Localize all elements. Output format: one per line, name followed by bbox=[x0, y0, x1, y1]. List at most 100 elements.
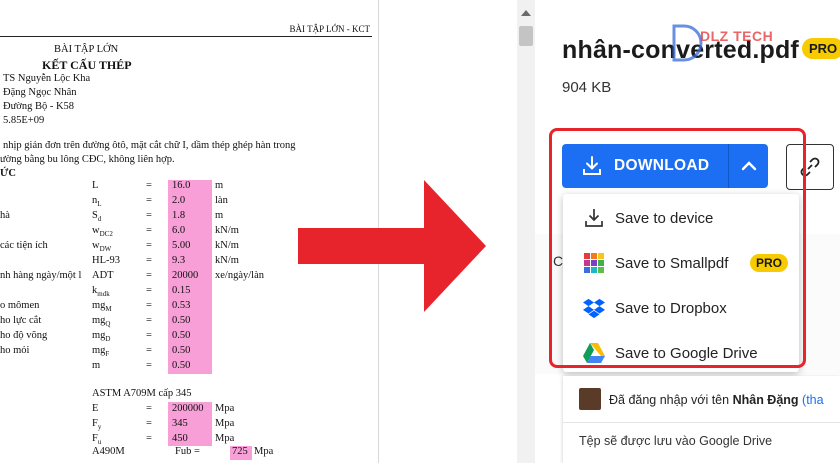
file-size: 904 KB bbox=[562, 79, 612, 96]
doc-row-value: 0.50 bbox=[172, 330, 191, 341]
doc-row-unit: Mpa bbox=[215, 403, 235, 414]
pro-badge: PRO bbox=[750, 254, 789, 272]
doc-row-symbol: HL-93 bbox=[92, 255, 120, 266]
doc-row-equals: = bbox=[146, 418, 152, 429]
menu-item-label: Save to Google Drive bbox=[615, 344, 758, 362]
doc-desc: nhịp giản đơn trên đường ôtô, mặt cắt ch… bbox=[3, 140, 296, 151]
doc-row-unit: kN/m bbox=[215, 225, 239, 236]
menu-item-label: Save to Smallpdf bbox=[615, 254, 729, 272]
doc-row-equals: = bbox=[146, 360, 152, 371]
doc-row-value: 450 bbox=[172, 433, 188, 444]
doc-row-value: 0.50 bbox=[172, 345, 191, 356]
doc-line: 5.85E+09 bbox=[3, 115, 45, 126]
doc-row-label: ho mỏi bbox=[0, 345, 30, 356]
doc-bolt-sym: Fub = bbox=[175, 446, 200, 457]
doc-row-value: 2.0 bbox=[172, 195, 186, 206]
doc-row-value: 0.50 bbox=[172, 315, 191, 326]
doc-header: BÀI TẬP LỚN - KCT bbox=[289, 24, 371, 34]
doc-row-label: các tiện ích bbox=[0, 240, 48, 251]
doc-row-symbol: mgD bbox=[92, 330, 111, 344]
doc-row-unit: xe/ngày/làn bbox=[215, 270, 264, 281]
background-label: C bbox=[553, 253, 564, 269]
doc-row-equals: = bbox=[146, 433, 152, 444]
doc-row-unit: m bbox=[215, 210, 224, 221]
doc-line: Đặng Ngọc Nhân bbox=[3, 87, 77, 98]
doc-header-rule bbox=[0, 36, 372, 37]
link-icon bbox=[800, 157, 820, 177]
chevron-up-icon bbox=[741, 161, 756, 171]
download-icon bbox=[583, 207, 605, 229]
signed-in-text: Đã đăng nhập với tên Nhân Đặng (tha bbox=[609, 393, 824, 407]
divider bbox=[563, 422, 840, 423]
watermark-text: DLZ TECH bbox=[700, 28, 774, 44]
save-destination-text: Tệp sẽ được lưu vào Google Drive bbox=[579, 434, 773, 448]
doc-steel: ASTM A709M cấp 345 bbox=[92, 388, 192, 399]
avatar bbox=[579, 388, 601, 410]
doc-row-value: 0.15 bbox=[172, 285, 191, 296]
doc-row-symbol: nL bbox=[92, 195, 102, 209]
doc-row-symbol: wDC2 bbox=[92, 225, 113, 239]
menu-item-save-to-smallpdf[interactable]: Save to Smallpdf PRO bbox=[563, 241, 799, 285]
red-arrow-icon bbox=[298, 180, 486, 312]
doc-row-symbol: wDW bbox=[92, 240, 112, 254]
user-name: Nhân Đặng bbox=[732, 393, 799, 407]
doc-row-equals: = bbox=[146, 270, 152, 281]
download-menu: Save to device Save to Smallpdf PRO Save… bbox=[563, 194, 799, 372]
menu-item-label: Save to Dropbox bbox=[615, 299, 727, 317]
doc-row-unit: Mpa bbox=[215, 433, 235, 444]
doc-row-equals: = bbox=[146, 210, 152, 221]
doc-row-value: 0.50 bbox=[172, 360, 191, 371]
doc-row-value: 200000 bbox=[172, 403, 204, 414]
doc-row-unit: Mpa bbox=[215, 418, 235, 429]
share-link-button[interactable] bbox=[786, 144, 834, 190]
doc-row-label: ho độ võng bbox=[0, 330, 48, 341]
menu-item-label: Save to device bbox=[615, 209, 714, 227]
doc-subtitle: KẾT CẤU THÉP bbox=[42, 58, 132, 72]
doc-row-symbol: kmdk bbox=[92, 285, 110, 299]
doc-row-equals: = bbox=[146, 315, 152, 326]
doc-row-unit: kN/m bbox=[215, 240, 239, 251]
doc-row-value: 1.8 bbox=[172, 210, 186, 221]
doc-bolt-unit: Mpa bbox=[254, 446, 274, 457]
doc-bolt: A490M bbox=[92, 446, 125, 457]
doc-row-equals: = bbox=[146, 403, 152, 414]
doc-row-value: 5.00 bbox=[172, 240, 191, 251]
doc-row-value: 6.0 bbox=[172, 225, 186, 236]
doc-line: TS Nguyễn Lộc Kha bbox=[3, 73, 91, 84]
doc-row-symbol: m bbox=[92, 360, 101, 371]
doc-row-symbol: Fy bbox=[92, 418, 102, 432]
download-dropdown-toggle[interactable] bbox=[729, 144, 768, 188]
scroll-up-icon[interactable] bbox=[521, 10, 531, 16]
doc-row-symbol: mgF bbox=[92, 345, 110, 359]
download-label: DOWNLOAD bbox=[614, 157, 710, 174]
doc-row-equals: = bbox=[146, 285, 152, 296]
doc-row-symbol: mgQ bbox=[92, 315, 111, 329]
doc-line: Đường Bộ - K58 bbox=[3, 101, 75, 112]
doc-row-value: 16.0 bbox=[172, 180, 191, 191]
doc-row-symbol: L bbox=[92, 180, 99, 191]
smallpdf-icon bbox=[583, 252, 605, 274]
doc-bolt-val: 725 bbox=[232, 446, 248, 457]
download-button[interactable]: DOWNLOAD bbox=[562, 144, 728, 188]
doc-row-label: nh hàng ngày/một l bbox=[0, 270, 82, 281]
pro-badge[interactable]: PRO bbox=[802, 38, 840, 59]
doc-desc: ường bằng bu lông CĐC, không liên hợp. bbox=[0, 154, 175, 165]
scrollbar-thumb[interactable] bbox=[519, 26, 533, 46]
switch-account-link[interactable]: (tha bbox=[802, 393, 824, 407]
doc-row-equals: = bbox=[146, 225, 152, 236]
doc-row-equals: = bbox=[146, 345, 152, 356]
doc-row-value: 20000 bbox=[172, 270, 199, 281]
doc-row-symbol: Sd bbox=[92, 210, 102, 224]
doc-row-symbol: E bbox=[92, 403, 99, 414]
menu-item-save-to-dropbox[interactable]: Save to Dropbox bbox=[563, 286, 799, 330]
scrollbar[interactable] bbox=[517, 0, 535, 463]
google-drive-account-card: Đã đăng nhập với tên Nhân Đặng (tha Tệp … bbox=[563, 376, 840, 463]
doc-row-equals: = bbox=[146, 180, 152, 191]
menu-item-save-to-google-drive[interactable]: Save to Google Drive bbox=[563, 331, 799, 375]
menu-item-save-to-device[interactable]: Save to device bbox=[563, 196, 799, 240]
doc-row-unit: làn bbox=[215, 195, 228, 206]
doc-row-label: ho lực cắt bbox=[0, 315, 42, 326]
download-icon bbox=[583, 156, 601, 175]
doc-row-equals: = bbox=[146, 255, 152, 266]
doc-row-symbol: mgM bbox=[92, 300, 112, 314]
